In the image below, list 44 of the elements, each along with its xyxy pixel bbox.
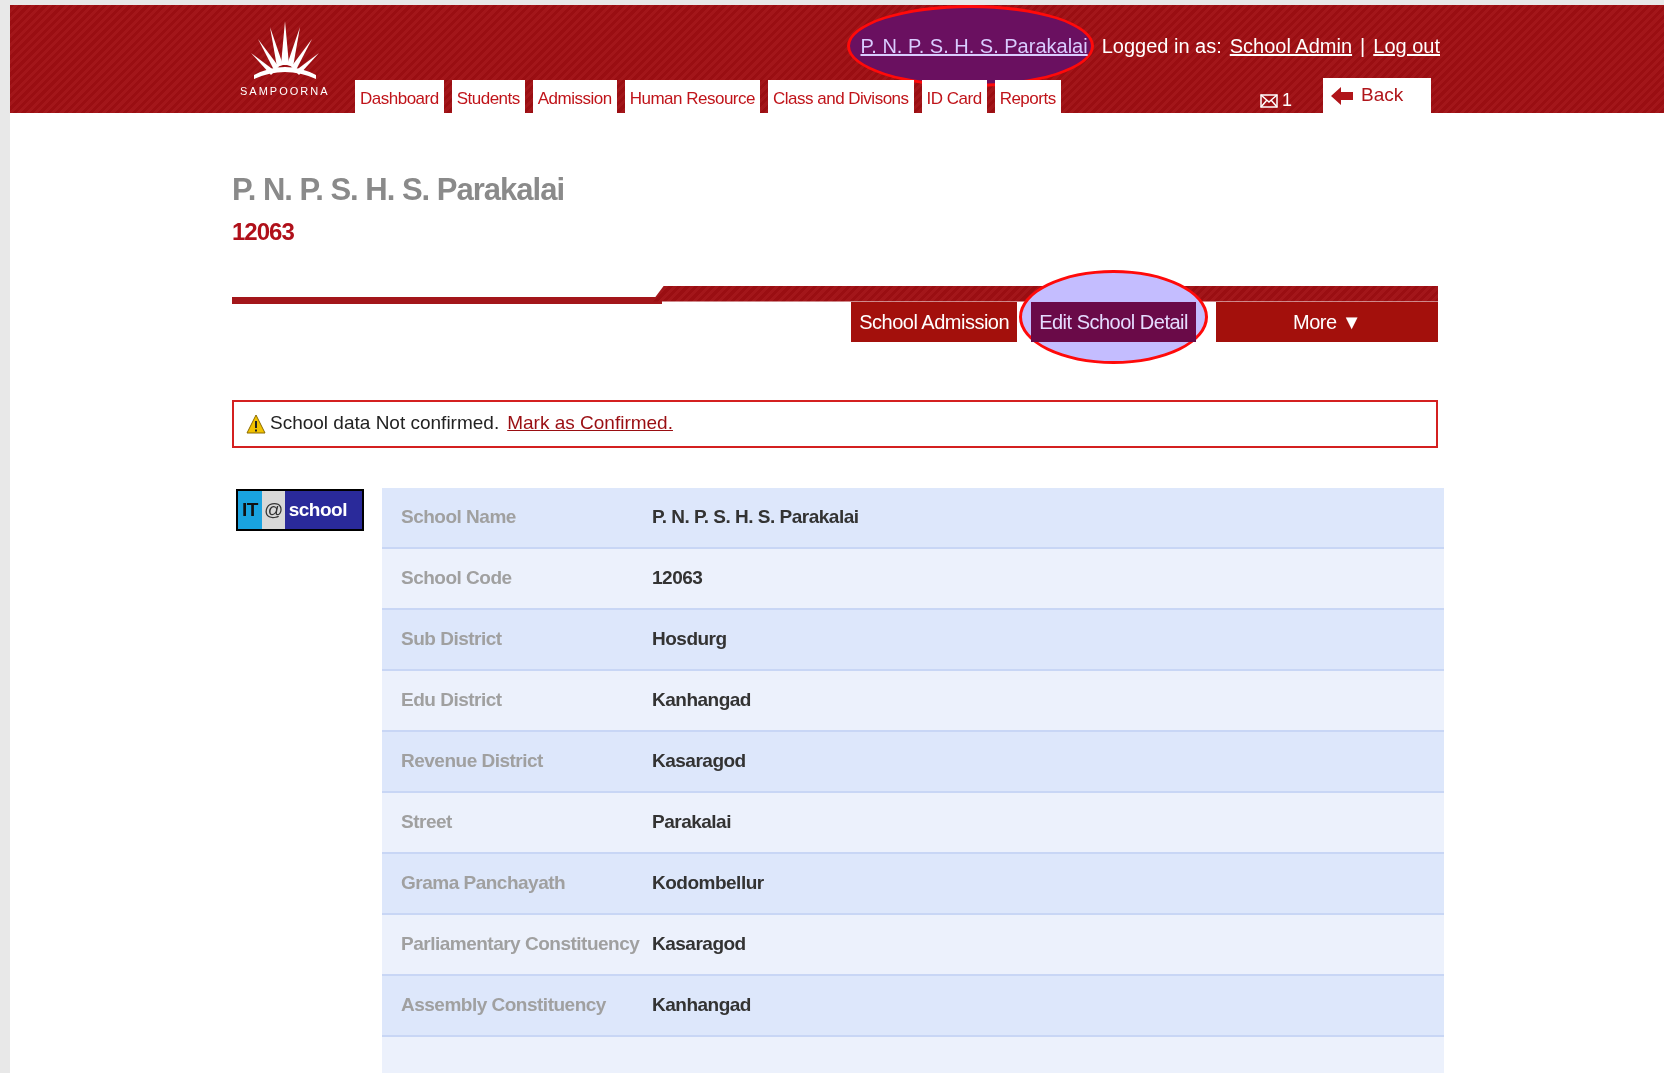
- field-label: Sub District: [400, 626, 503, 651]
- field-value: Kanhangad: [652, 687, 751, 712]
- field-label: School Code: [400, 565, 513, 590]
- warning-icon: [246, 413, 266, 434]
- nav-tab[interactable]: Reports: [994, 80, 1061, 113]
- field-label: Grama Panchayath: [400, 870, 567, 895]
- field-value: Kasaragod: [652, 931, 746, 956]
- login-label: Logged in as:: [1101, 34, 1222, 59]
- mark-confirmed-link[interactable]: Mark as Confirmed.: [507, 409, 673, 438]
- action-tab[interactable]: More ▼: [1216, 301, 1438, 342]
- mail-icon[interactable]: [1260, 93, 1278, 108]
- header-link[interactable]: School Admin: [1229, 31, 1353, 61]
- it-school-logo: IT @ school: [236, 488, 364, 531]
- header-link[interactable]: Log out: [1373, 31, 1440, 61]
- field-value: Kodombellur: [652, 870, 764, 895]
- nav-tab[interactable]: Class and Divisons: [768, 80, 914, 113]
- field-label: Revenue District: [400, 748, 544, 773]
- back-arrow-icon: [1331, 86, 1353, 105]
- nav-tab[interactable]: Human Resource: [624, 80, 760, 113]
- field-value: Kanhangad: [652, 992, 751, 1017]
- nav-tab[interactable]: Dashboard: [355, 80, 444, 113]
- nav-tab[interactable]: Admission: [532, 80, 617, 113]
- field-value: Kasaragod: [652, 748, 746, 773]
- separator-text: |: [1360, 34, 1366, 59]
- school-code-heading: 12063: [232, 216, 295, 247]
- action-tab[interactable]: Edit School Detail: [1031, 301, 1196, 342]
- field-value: 12063: [652, 565, 703, 590]
- field-label: Parliamentary Constituency: [400, 931, 641, 956]
- nav-tab[interactable]: ID Card: [921, 80, 987, 113]
- logo-text: SAMPOORNA: [240, 84, 330, 99]
- header-link[interactable]: P. N. P. S. H. S. Parakalai: [860, 31, 1088, 61]
- alert-message: School data Not confirmed.: [270, 411, 500, 436]
- field-label: School Name: [400, 504, 517, 529]
- field-value: Hosdurg: [652, 626, 727, 651]
- field-label: Street: [400, 809, 453, 834]
- field-label: Assembly Constituency: [400, 992, 607, 1017]
- back-button[interactable]: Back: [1323, 78, 1431, 113]
- action-tab[interactable]: School Admission: [851, 301, 1018, 342]
- field-label: Edu District: [400, 687, 503, 712]
- message-count: 1: [1282, 89, 1292, 112]
- field-value: Parakalai: [652, 809, 731, 834]
- page-title: P. N. P. S. H. S. Parakalai: [232, 171, 565, 209]
- field-value: P. N. P. S. H. S. Parakalai: [652, 504, 859, 529]
- nav-tab[interactable]: Students: [451, 80, 525, 113]
